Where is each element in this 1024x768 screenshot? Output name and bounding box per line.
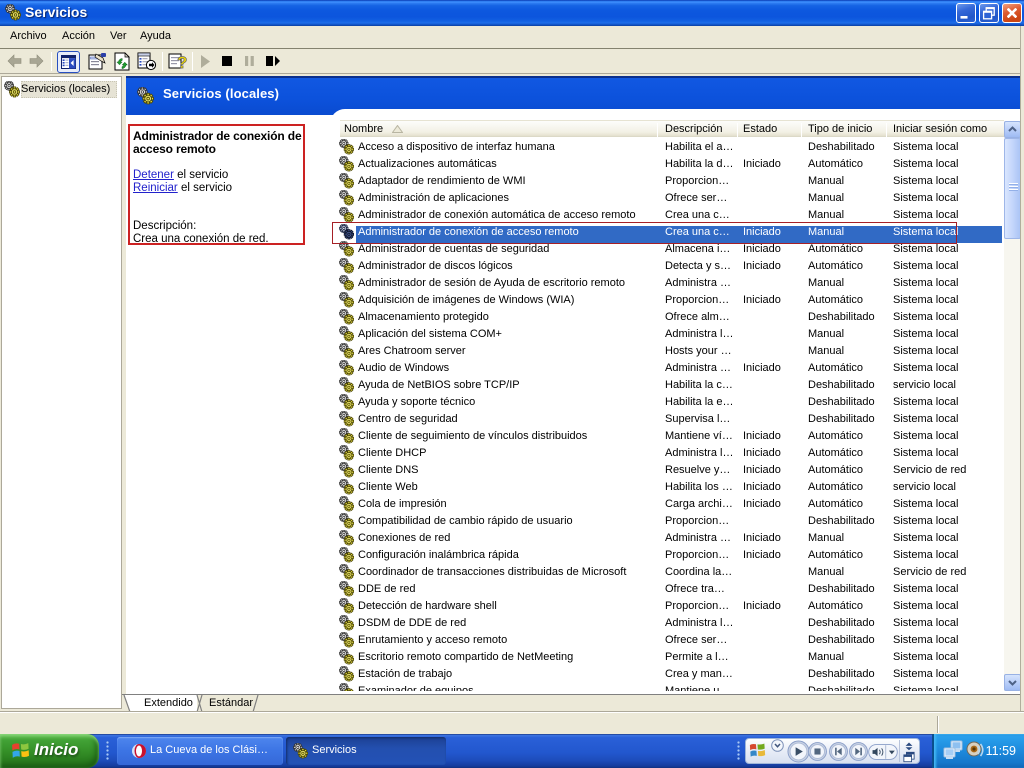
- svg-text:?: ?: [177, 53, 187, 71]
